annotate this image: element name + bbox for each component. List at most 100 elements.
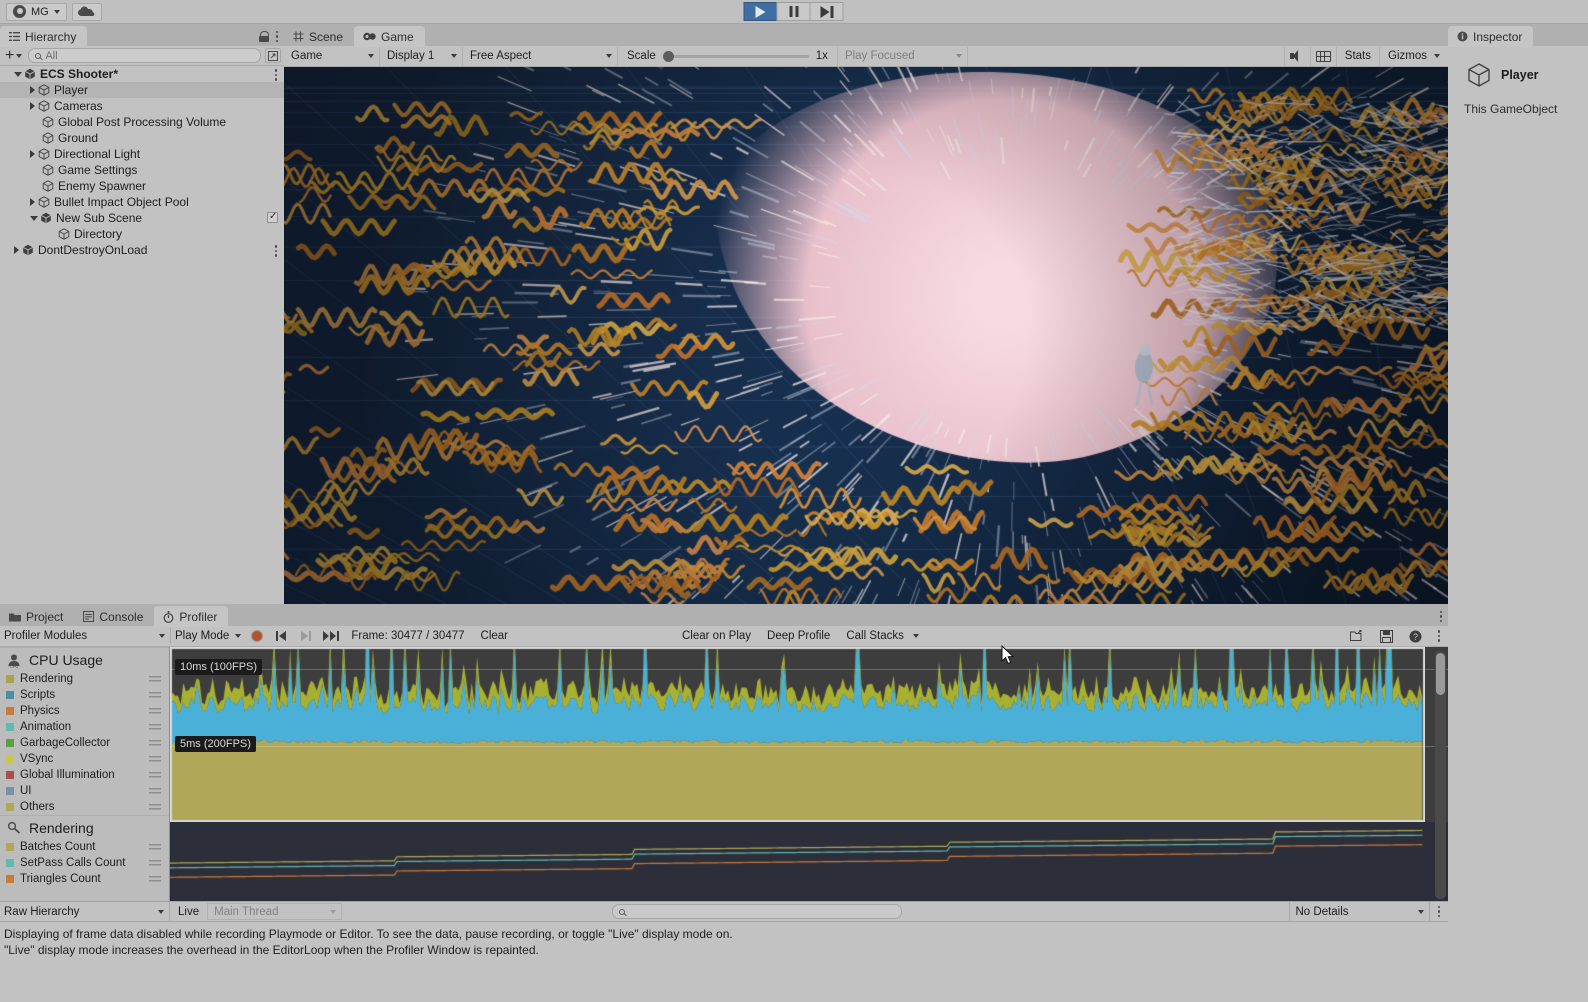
step-button[interactable]	[810, 2, 844, 21]
mute-audio-button[interactable]	[1284, 47, 1310, 66]
thread-dropdown[interactable]: Main Thread	[207, 903, 342, 920]
kebab-menu-icon[interactable]	[1440, 611, 1443, 623]
hierarchy-item-directional-light[interactable]: Directional Light	[0, 146, 284, 162]
subscene-checkbox[interactable]	[267, 212, 278, 223]
load-button[interactable]	[1342, 627, 1372, 646]
hierarchy-item-new-sub-scene[interactable]: New Sub Scene	[0, 210, 284, 226]
hierarchy-item-enemy-spawner[interactable]: Enemy Spawner	[0, 178, 284, 194]
drag-handle[interactable]	[149, 844, 161, 850]
tab-project[interactable]: Project	[0, 606, 74, 627]
account-button[interactable]: MG	[6, 3, 67, 21]
hierarchy-search-input[interactable]: All	[28, 48, 261, 63]
profiler-counter-batches-count[interactable]: Batches Count	[0, 839, 169, 855]
target-display-dropdown[interactable]: Game	[284, 47, 380, 66]
tab-console[interactable]: Console	[74, 606, 154, 627]
call-stacks-button[interactable]: Call Stacks	[838, 627, 927, 646]
cloud-button[interactable]	[72, 3, 102, 21]
profiler-counter-global-illumination[interactable]: Global Illumination	[0, 767, 169, 783]
profiler-counter-garbagecollector[interactable]: GarbageCollector	[0, 735, 169, 751]
profiler-module-rendering[interactable]: Rendering	[0, 815, 169, 839]
hierarchy-mode-dropdown[interactable]: Raw Hierarchy	[0, 902, 170, 921]
pause-button[interactable]	[777, 2, 811, 21]
hierarchy-item-player[interactable]: Player	[0, 82, 284, 98]
play-mode-dropdown[interactable]: Play Focused	[838, 47, 968, 66]
chevron-right-icon[interactable]	[30, 150, 35, 158]
chevron-down-icon[interactable]	[30, 216, 38, 221]
previous-frame-button[interactable]	[268, 627, 293, 646]
stats-button[interactable]: Stats	[1336, 47, 1379, 66]
deep-profile-button[interactable]: Deep Profile	[759, 627, 838, 646]
profiler-module-cpu-usage[interactable]: CPUCPU Usage	[0, 647, 169, 671]
profiler-modules-dropdown[interactable]: Profiler Modules	[0, 627, 170, 646]
hierarchy-item-bullet-impact-object-pool[interactable]: Bullet Impact Object Pool	[0, 194, 284, 210]
live-toggle[interactable]: Live	[170, 902, 207, 921]
profiler-scrollbar[interactable]	[1435, 651, 1446, 899]
profiler-counter-ui[interactable]: UI	[0, 783, 169, 799]
help-button[interactable]: ?	[1401, 627, 1430, 646]
rendering-chart[interactable]	[170, 822, 1448, 901]
clear-on-play-button[interactable]: Clear on Play	[674, 627, 759, 646]
drag-handle[interactable]	[149, 756, 161, 762]
drag-handle[interactable]	[149, 876, 161, 882]
profiler-counter-others[interactable]: Others	[0, 799, 169, 815]
profiler-counter-rendering[interactable]: Rendering	[0, 671, 169, 687]
play-button[interactable]	[744, 2, 778, 21]
kebab-menu-icon[interactable]	[275, 69, 278, 81]
details-dropdown[interactable]: No Details	[1289, 902, 1429, 921]
drag-handle[interactable]	[149, 724, 161, 730]
chevron-down-icon[interactable]	[14, 72, 22, 77]
add-gameobject-button[interactable]: +	[3, 48, 24, 64]
hierarchy-tree[interactable]: ECS Shooter*PlayerCamerasGlobal Post Pro…	[0, 66, 284, 606]
hierarchy-item-ground[interactable]: Ground	[0, 130, 284, 146]
display-dropdown[interactable]: Display 1	[380, 47, 463, 66]
drag-handle[interactable]	[149, 676, 161, 682]
play-mode-dropdown[interactable]: Play Mode	[171, 627, 246, 646]
clear-button[interactable]: Clear	[473, 627, 516, 646]
kebab-menu-icon[interactable]	[275, 245, 278, 257]
footer-menu-button[interactable]	[1429, 902, 1449, 921]
chevron-right-icon[interactable]	[14, 246, 19, 254]
tab-inspector[interactable]: Inspector	[1448, 26, 1533, 47]
next-frame-button[interactable]	[293, 627, 318, 646]
stats-grid-button[interactable]	[1310, 47, 1336, 66]
profiler-scrollbar-thumb[interactable]	[1436, 653, 1445, 695]
tab-profiler[interactable]: Profiler	[154, 606, 228, 627]
profiler-menu-button[interactable]	[1430, 627, 1449, 646]
profiler-counter-animation[interactable]: Animation	[0, 719, 169, 735]
drag-handle[interactable]	[149, 692, 161, 698]
profiler-search-input[interactable]	[612, 904, 902, 919]
drag-handle[interactable]	[149, 740, 161, 746]
hierarchy-item-dontdestroyonload[interactable]: DontDestroyOnLoad	[0, 242, 284, 258]
drag-handle[interactable]	[149, 860, 161, 866]
hierarchy-item-directory[interactable]: Directory	[0, 226, 284, 242]
hierarchy-item-ecs-shooter[interactable]: ECS Shooter*	[0, 66, 284, 82]
chevron-right-icon[interactable]	[30, 102, 35, 110]
tab-game[interactable]: Game	[354, 26, 425, 47]
lock-icon[interactable]	[259, 31, 269, 42]
chevron-right-icon[interactable]	[30, 198, 35, 206]
drag-handle[interactable]	[149, 804, 161, 810]
gizmos-button[interactable]: Gizmos	[1379, 47, 1448, 66]
cpu-usage-chart[interactable]: 10ms (100FPS) 5ms (200FPS)	[170, 647, 1448, 822]
chevron-right-icon[interactable]	[30, 86, 35, 94]
drag-handle[interactable]	[149, 772, 161, 778]
save-button[interactable]	[1372, 627, 1401, 646]
hierarchy-item-game-settings[interactable]: Game Settings	[0, 162, 284, 178]
hierarchy-item-global-post-processing-volume[interactable]: Global Post Processing Volume	[0, 114, 284, 130]
profiler-counter-scripts[interactable]: Scripts	[0, 687, 169, 703]
tab-hierarchy[interactable]: Hierarchy	[0, 26, 87, 47]
drag-handle[interactable]	[149, 708, 161, 714]
profiler-counter-physics[interactable]: Physics	[0, 703, 169, 719]
record-button[interactable]	[246, 627, 268, 646]
hierarchy-item-cameras[interactable]: Cameras	[0, 98, 284, 114]
aspect-dropdown[interactable]: Free Aspect	[463, 47, 618, 66]
drag-handle[interactable]	[149, 788, 161, 794]
last-frame-button[interactable]	[318, 627, 343, 646]
tab-scene[interactable]: Scene	[284, 26, 354, 47]
kebab-menu-icon[interactable]	[276, 31, 279, 43]
profiler-counter-vsync[interactable]: VSync	[0, 751, 169, 767]
scale-slider[interactable]	[663, 55, 809, 58]
search-expand-button[interactable]	[265, 48, 281, 63]
profiler-module-sidebar[interactable]: CPUCPU UsageRenderingScriptsPhysicsAnima…	[0, 647, 170, 901]
profiler-counter-triangles-count[interactable]: Triangles Count	[0, 871, 169, 887]
